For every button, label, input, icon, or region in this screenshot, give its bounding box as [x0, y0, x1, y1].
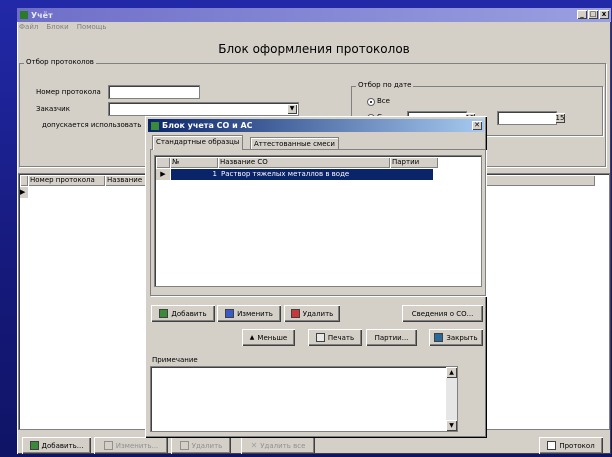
app-icon [20, 11, 28, 19]
scroll-down-icon[interactable]: ▼ [446, 420, 457, 431]
cell-batches: 1 [432, 170, 437, 178]
edit-icon [103, 441, 113, 450]
menu-help[interactable]: Помощь [77, 23, 107, 34]
scroll-up-icon[interactable]: ▲ [446, 367, 457, 378]
allowed-label: допускается использовать [42, 121, 142, 129]
batches-button[interactable]: Партии... [366, 329, 417, 346]
delete-all-button[interactable]: ✕ Удалить все [241, 437, 315, 454]
printer-icon [315, 333, 325, 342]
date-filter-title: Отбор по дате [356, 81, 414, 89]
so-as-dialog: Блок учета СО и АС ✕ Стандартные образцы… [145, 116, 487, 438]
cell-number: 1 [212, 170, 217, 178]
close-label: Закрыть [446, 333, 478, 342]
tab-panel: № Название СО Партии ▶ 1 Раствор тяжелых… [150, 149, 486, 296]
dialog-delete-label: Удалить [302, 309, 334, 318]
delete-icon [179, 441, 189, 450]
menu-bar: Файл Блоки Помощь [19, 23, 107, 34]
customer-combo[interactable]: ▼ [108, 102, 299, 116]
add-icon [159, 309, 169, 318]
delete-protocol-button[interactable]: Удалить [171, 437, 231, 454]
dialog-add-button[interactable]: Добавить [151, 305, 215, 322]
edit-protocol-button[interactable]: Изменить... [94, 437, 168, 454]
row-indicator-icon: ▶ [20, 187, 28, 198]
column-header-number[interactable]: № [170, 157, 218, 168]
print-button[interactable]: Печать [308, 329, 362, 346]
minimize-button[interactable]: _ [577, 10, 587, 19]
page-title: Блок оформления протоколов [218, 42, 410, 56]
protocol-number-input[interactable] [108, 85, 200, 99]
dialog-titlebar[interactable]: Блок учета СО и АС ✕ [148, 119, 484, 132]
customer-label: Заказчик [36, 105, 70, 113]
menu-blocks[interactable]: Блоки [46, 23, 68, 34]
row-indicator-header [156, 157, 170, 168]
edit-icon [225, 309, 235, 318]
table-row[interactable]: 1 Раствор тяжелых металлов в воде 1 [171, 169, 437, 180]
protocol-label: Протокол [559, 441, 595, 450]
dialog-delete-button[interactable]: Удалить [284, 305, 340, 322]
main-titlebar[interactable]: Учёт _ □ x [17, 8, 611, 22]
note-scrollbar[interactable]: ▲ ▼ [446, 367, 457, 431]
date-to-input[interactable] [497, 111, 557, 125]
dialog-close-action-button[interactable]: Закрыть [429, 329, 483, 346]
dialog-close-button[interactable]: ✕ [472, 121, 482, 130]
menu-file[interactable]: Файл [19, 23, 38, 34]
window-title: Учёт [31, 10, 53, 20]
delete-all-label: Удалить все [260, 441, 306, 450]
print-label: Печать [327, 333, 355, 342]
edit-protocol-label: Изменить... [115, 441, 159, 450]
delete-protocol-label: Удалить [191, 441, 223, 450]
delete-icon [290, 309, 300, 318]
row-indicator-header [20, 175, 28, 186]
radio-all-label: Все [377, 97, 390, 105]
calendar-icon[interactable]: 15 [555, 113, 565, 123]
row-indicator-icon: ▶ [156, 169, 170, 180]
maximize-button[interactable]: □ [588, 10, 598, 19]
dialog-add-label: Добавить [171, 309, 207, 318]
tab-standard-samples[interactable]: Стандартные образцы [152, 135, 244, 150]
column-header-batches[interactable]: Партии [390, 157, 438, 168]
delete-all-icon: ✕ [250, 441, 258, 450]
dialog-edit-label: Изменить [237, 309, 273, 318]
arrow-up-icon: ▲ [249, 334, 255, 341]
chevron-down-icon[interactable]: ▼ [287, 104, 297, 114]
so-info-button[interactable]: Сведения о СО... [402, 305, 483, 322]
note-textarea[interactable]: ▲ ▼ [150, 366, 458, 432]
note-label: Примечание [152, 356, 198, 364]
less-label: Меньше [257, 333, 288, 342]
app-icon [151, 121, 159, 130]
add-icon [29, 441, 39, 450]
protocol-button[interactable]: Протокол [539, 437, 603, 454]
add-protocol-button[interactable]: Добавить... [22, 437, 91, 454]
radio-all[interactable] [367, 98, 375, 106]
less-button[interactable]: ▲ Меньше [242, 329, 295, 346]
close-button[interactable]: x [599, 10, 609, 19]
document-icon [547, 441, 557, 450]
add-protocol-label: Добавить... [41, 441, 84, 450]
column-header-protocol-number[interactable]: Номер протокола [28, 175, 105, 186]
protocol-filter-title: Отбор протоколов [24, 58, 96, 66]
door-icon [434, 333, 444, 342]
so-table[interactable]: № Название СО Партии ▶ 1 Раствор тяжелых… [154, 155, 482, 287]
protocol-number-label: Номер протокола [36, 88, 101, 96]
dialog-title: Блок учета СО и АС [162, 121, 253, 130]
column-header-so-name[interactable]: Название СО [218, 157, 390, 168]
cell-so-name: Раствор тяжелых металлов в воде [221, 170, 350, 178]
dialog-edit-button[interactable]: Изменить [217, 305, 281, 322]
